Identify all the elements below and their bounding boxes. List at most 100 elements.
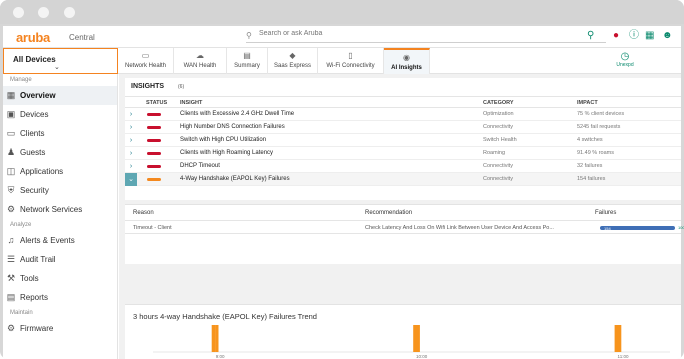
trend-bar[interactable] — [614, 325, 618, 352]
sidebar-item-devices[interactable]: ▣ Devices — [3, 105, 117, 124]
trend-bar[interactable] — [617, 325, 622, 352]
apps-grid-icon[interactable]: ▦ — [645, 31, 654, 41]
search-input[interactable] — [259, 30, 589, 37]
chevron-right-icon[interactable]: › — [125, 147, 137, 160]
product-name: Central — [69, 33, 95, 42]
chevron-down-icon[interactable]: ⌄ — [125, 173, 137, 186]
tab-label: Saas Express — [273, 63, 312, 69]
tab-wan-health[interactable]: ☁ WAN Health — [174, 48, 227, 74]
notifications-icon[interactable]: ● — [613, 31, 619, 41]
header-insight[interactable]: INSIGHT — [180, 100, 202, 106]
detail-row: Timeout - Client Check Latency And Loss … — [125, 220, 684, 234]
failures-bar — [600, 226, 675, 230]
trend-bar[interactable] — [416, 325, 420, 352]
trend-bar[interactable] — [211, 325, 216, 352]
tab-summary[interactable]: ▤ Summary — [227, 48, 268, 74]
top-bar: aruba Central ⚲ ⚲ ● ⓘ ▦ ☻ — [3, 26, 681, 48]
header-category[interactable]: CATEGORY — [483, 100, 514, 106]
severity-indicator — [147, 113, 161, 116]
gear-icon: ⚙ — [6, 323, 16, 333]
sidebar-item-network-services[interactable]: ⚙ Network Services — [3, 200, 117, 219]
chevron-right-icon[interactable]: › — [125, 160, 137, 173]
insight-impact: 5245 fail requests — [577, 124, 621, 130]
sidebar-item-clients[interactable]: ▭ Clients — [3, 124, 117, 143]
table-row-selected[interactable]: ⌄ 4-Way Handshake (EAPOL Key) Failures C… — [125, 173, 681, 186]
x-tick-label: 11:00 — [618, 354, 629, 359]
tab-label: AI Insights — [391, 65, 422, 71]
saas-icon: ◆ — [289, 51, 296, 60]
insight-category: Switch Health — [483, 137, 517, 143]
tab-label: Network Health — [124, 63, 166, 69]
detail-reason: Timeout - Client — [133, 225, 172, 231]
tab-label: Wi-Fi Connectivity — [326, 63, 375, 69]
sidebar-item-label: Reports — [20, 293, 49, 302]
sidebar-item-guests[interactable]: ♟ Guests — [3, 143, 117, 162]
tab-label: WAN Health — [183, 63, 217, 69]
scope-selector[interactable]: All Devices ⌄ — [3, 48, 118, 74]
table-row[interactable]: › High Number DNS Connection Failures Co… — [125, 121, 681, 134]
table-row[interactable]: › Switch with High CPU Utilization Switc… — [125, 134, 681, 147]
sidebar: All Devices ⌄ Manage ▦ Overview ▣ Device… — [3, 48, 118, 359]
header-recommendation: Recommendation — [365, 210, 413, 216]
severity-indicator — [147, 152, 161, 155]
insights-title: INSIGHTS — [131, 83, 165, 90]
insight-name: Switch with High CPU Utilization — [180, 137, 267, 143]
section-manage: Manage — [10, 77, 32, 83]
grid-icon: ▦ — [6, 90, 16, 100]
insight-detail-panel: Reason Recommendation Failures Timeout -… — [125, 204, 684, 264]
table-row[interactable]: › DHCP Timeout Connectivity 32 failures — [125, 160, 681, 173]
table-row[interactable]: › Clients with Excessive 2.4 GHz Dwell T… — [125, 108, 681, 121]
sidebar-item-alerts-events[interactable]: ♫ Alerts & Events — [3, 231, 117, 250]
sidebar-item-audit-trail[interactable]: ☰ Audit Trail — [3, 250, 117, 269]
sidebar-item-overview[interactable]: ▦ Overview — [3, 86, 117, 105]
sidebar-item-label: Tools — [20, 274, 39, 283]
sidebar-item-label: Applications — [20, 167, 64, 176]
window-maximize-dot[interactable] — [64, 7, 75, 18]
apps-icon: ◫ — [6, 166, 16, 176]
header-impact[interactable]: IMPACT — [577, 100, 598, 106]
failures-bar-label: 154 — [604, 225, 611, 231]
insights-panel: INSIGHTS (6) STATUS INSIGHT CATEGORY IMP… — [125, 78, 681, 200]
chevron-right-icon[interactable]: › — [125, 108, 137, 121]
tab-wifi-connectivity[interactable]: ▯ Wi-Fi Connectivity — [318, 48, 384, 74]
tab-network-health[interactable]: ▭ Network Health — [118, 48, 174, 74]
sidebar-item-tools[interactable]: ⚒ Tools — [3, 269, 117, 288]
tab-label: Summary — [234, 63, 260, 69]
sidebar-item-security[interactable]: ⛨ Security — [3, 181, 117, 200]
window-close-dot[interactable] — [13, 7, 24, 18]
sidebar-item-label: Guests — [20, 148, 46, 157]
unexpand-label: Unexpd — [616, 62, 634, 68]
user-icon[interactable]: ☻ — [662, 31, 673, 41]
insights-table-header: STATUS INSIGHT CATEGORY IMPACT — [125, 96, 681, 108]
chevron-right-icon[interactable]: › — [125, 121, 137, 134]
window-titlebar — [0, 0, 684, 24]
search-box[interactable]: ⚲ — [246, 30, 606, 43]
insight-impact: 4 switches — [577, 137, 603, 143]
insight-impact: 91.49 % roams — [577, 150, 614, 156]
tab-ai-insights[interactable]: ◉ AI Insights — [384, 48, 430, 74]
window-minimize-dot[interactable] — [38, 7, 49, 18]
table-row[interactable]: › Clients with High Roaming Latency Roam… — [125, 147, 681, 160]
header-failures: Failures — [595, 210, 617, 216]
bell-icon: ♫ — [7, 235, 15, 245]
insights-count: (6) — [178, 84, 185, 90]
chevron-right-icon[interactable]: › — [125, 134, 137, 147]
sidebar-item-label: Clients — [20, 129, 45, 138]
sidebar-item-firmware[interactable]: ⚙ Firmware — [3, 319, 117, 338]
chevron-down-icon: ⌄ — [54, 64, 60, 71]
x-tick-label: 9:00 — [216, 354, 225, 359]
trend-bar[interactable] — [413, 325, 417, 352]
insight-name: 4-Way Handshake (EAPOL Key) Failures — [180, 176, 290, 182]
search-magnifier-icon[interactable]: ⚲ — [587, 31, 594, 41]
header-status[interactable]: STATUS — [146, 100, 167, 106]
clock-icon: ◷ — [620, 51, 630, 62]
insight-category: Connectivity — [483, 124, 513, 130]
unexpand-button[interactable]: ◷ Unexpd — [610, 51, 640, 73]
sidebar-item-applications[interactable]: ◫ Applications — [3, 162, 117, 181]
tab-saas-express[interactable]: ◆ Saas Express — [268, 48, 318, 74]
aruba-logo[interactable]: aruba — [16, 30, 50, 45]
severity-indicator — [147, 178, 161, 181]
trend-bar[interactable] — [215, 325, 219, 352]
help-icon[interactable]: ⓘ — [629, 31, 639, 41]
sidebar-item-reports[interactable]: ▤ Reports — [3, 288, 117, 307]
